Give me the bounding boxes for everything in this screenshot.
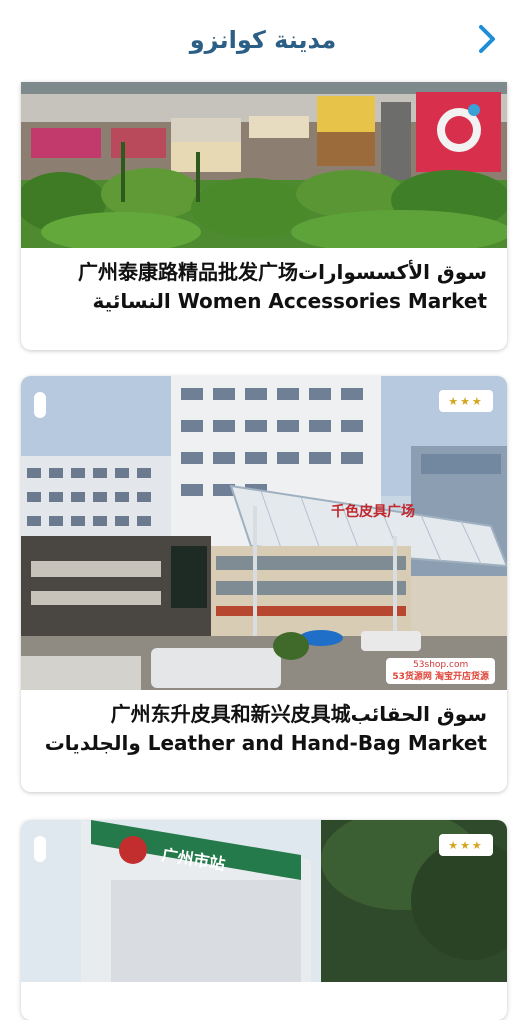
market-title: سوق الأكسسوارات广州泰康路精品批发广场 Women Accesso… — [78, 260, 487, 313]
watermark-line: 53shop.com — [413, 660, 469, 670]
building-sign: 千色皮具广场 — [331, 503, 415, 520]
market-card[interactable]: 广州市站 ★★★ — [21, 820, 507, 1020]
back-button[interactable] — [472, 24, 502, 54]
market-photo: 千色皮具广场 ★★★ 53shop.com 53货源网 淘宝开店货源 — [21, 376, 507, 690]
watermark-line: 53货源网 淘宝开店货源 — [392, 672, 489, 682]
market-photo: 广州市站 ★★★ — [21, 820, 507, 982]
market-photo — [21, 82, 507, 248]
page-title: مدينة كوانزو — [189, 26, 337, 54]
favorite-toggle[interactable] — [34, 836, 46, 862]
market-card[interactable]: 千色皮具广场 ★★★ 53shop.com 53货源网 淘宝开店货源 سوق ا… — [21, 376, 507, 792]
rating-badge: ★★★ — [439, 390, 493, 412]
market-card[interactable]: سوق الأكسسوارات广州泰康路精品批发广场 Women Accesso… — [21, 82, 507, 350]
market-title: سوق الحقائب广州东升皮具和新兴皮具城 Leather and Hand… — [44, 702, 487, 755]
favorite-toggle[interactable] — [34, 392, 46, 418]
rating-badge: ★★★ — [439, 834, 493, 856]
watermark: 53shop.com 53货源网 淘宝开店货源 — [386, 658, 495, 684]
app-header: مدينة كوانزو — [0, 0, 526, 80]
chevron-right-icon — [479, 25, 495, 53]
